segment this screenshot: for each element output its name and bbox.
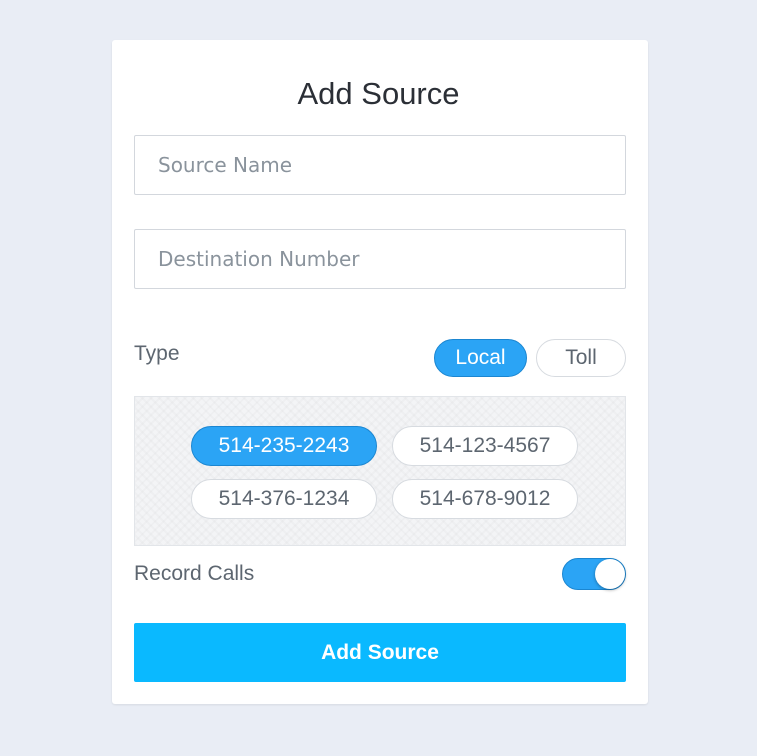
type-option-toll[interactable]: Toll bbox=[536, 339, 626, 377]
source-name-field[interactable] bbox=[134, 135, 626, 195]
page-title: Add Source bbox=[297, 76, 460, 111]
toggle-knob bbox=[595, 559, 625, 589]
number-option[interactable]: 514-235-2243 bbox=[191, 426, 377, 466]
number-option[interactable]: 514-123-4567 bbox=[392, 426, 578, 466]
source-name-input[interactable] bbox=[135, 136, 625, 194]
add-source-button[interactable]: Add Source bbox=[134, 623, 626, 682]
record-calls-toggle[interactable] bbox=[562, 558, 626, 590]
destination-number-input[interactable] bbox=[135, 230, 625, 288]
number-option[interactable]: 514-678-9012 bbox=[392, 479, 578, 519]
type-label: Type bbox=[134, 342, 180, 365]
destination-number-field[interactable] bbox=[134, 229, 626, 289]
record-calls-label: Record Calls bbox=[134, 562, 255, 585]
type-option-local[interactable]: Local bbox=[434, 339, 527, 377]
number-option[interactable]: 514-376-1234 bbox=[191, 479, 377, 519]
number-picker bbox=[134, 396, 626, 546]
